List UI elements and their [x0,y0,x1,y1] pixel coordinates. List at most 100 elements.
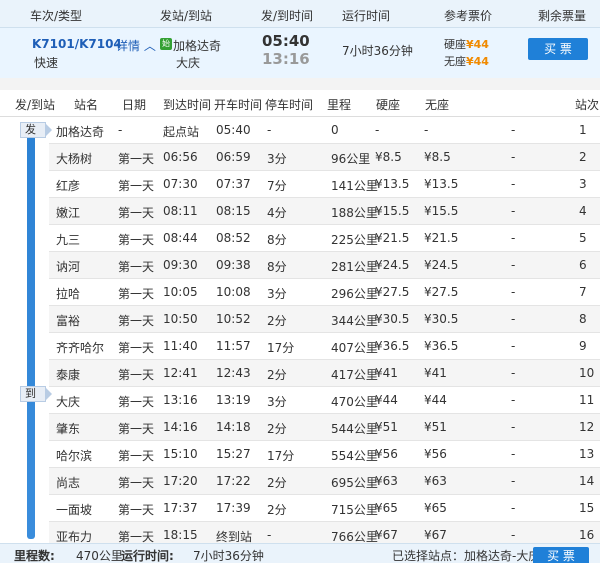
cell-arrive: 06:56 [163,150,198,164]
cell-extra: - [511,393,516,407]
col-hard-seat: 硬座 [376,98,401,112]
table-row: 一面坡 第一天 17:37 17:39 2分 715公里 ¥65 ¥65-15 [49,495,600,522]
cell-hard-seat: ¥36.5 [375,339,410,353]
cell-stop-no: 3 [579,177,587,191]
cell-distance: 0 [331,123,339,137]
cell-station: 尚志 [56,476,81,490]
cell-date: 第一天 [118,422,155,436]
cell-station: 大庆 [56,395,81,409]
cell-arrive: 10:50 [163,312,198,326]
cell-no-seat: ¥44 [424,393,447,407]
cell-arrive: 10:05 [163,285,198,299]
col-arrive-time: 到达时间 [163,98,212,112]
cell-arrive: 17:37 [163,501,198,515]
cell-hard-seat: ¥41 [375,366,398,380]
stops-table-header: 发/到站 站名 日期 到达时间 开车时间 停车时间 里程 硬座 无座 站次 [0,90,600,117]
cell-station: 哈尔滨 [56,449,93,463]
table-row: 红彦 第一天 07:30 07:37 7分 141公里 ¥13.5 ¥13.5-3 [49,171,600,198]
cell-stop-no: 7 [579,285,587,299]
cell-station: 拉哈 [56,287,81,301]
cell-no-seat: ¥15.5 [424,204,459,218]
cell-extra: - [511,258,516,272]
price-hard-seat-label: 硬座 [444,38,466,51]
to-station: 大庆 [176,56,201,70]
cell-hard-seat: ¥44 [375,393,398,407]
arrive-time: 13:16 [262,50,310,68]
cell-arrive: 09:30 [163,258,198,272]
cell-extra: - [511,123,516,137]
buy-ticket-button[interactable]: 买 票 [528,38,588,60]
price-hard-seat-value: ¥44 [466,38,489,51]
cell-stop-no: 12 [579,420,595,434]
cell-arrive: 08:44 [163,231,198,245]
cell-distance: 296公里 [331,287,378,301]
col-distance: 里程 [327,98,352,112]
train-code-link[interactable]: K7101/K7104 [32,37,122,51]
table-row: 大庆 第一天 13:16 13:19 3分 470公里 ¥44 ¥44-11 [49,387,600,414]
cell-date: 第一天 [118,179,155,193]
cell-station: 大杨树 [56,152,93,166]
mileage-value: 470公里 [76,549,123,563]
cell-depart: 11:57 [216,339,251,353]
cell-stop: 3分 [267,395,287,409]
cell-no-seat: ¥24.5 [424,258,459,272]
cell-depart: 10:52 [216,312,251,326]
cell-stop-no: 9 [579,339,587,353]
cell-extra: - [511,447,516,461]
cell-hard-seat: ¥56 [375,447,398,461]
cell-depart: 06:59 [216,150,251,164]
cell-depart: 10:08 [216,285,251,299]
cell-stop: 2分 [267,503,287,517]
cell-date: 第一天 [118,368,155,382]
buy-ticket-bottom-button[interactable]: 买 票 [533,547,589,563]
cell-stop: 2分 [267,314,287,328]
table-row: 齐齐哈尔 第一天 11:40 11:57 17分 407公里 ¥36.5 ¥36.5-9 [49,333,600,360]
depart-time: 05:40 [262,32,310,50]
cell-hard-seat: ¥65 [375,501,398,515]
cell-depart: 13:19 [216,393,251,407]
header-times: 发/到时间 [261,9,314,23]
cell-no-seat: ¥13.5 [424,177,459,191]
cell-distance: 281公里 [331,260,378,274]
cell-extra: - [511,339,516,353]
cell-stop: 17分 [267,341,295,355]
cell-no-seat: ¥56 [424,447,447,461]
col-stop-time: 停车时间 [265,98,314,112]
detail-toggle[interactable]: 详情 ︿ [116,37,156,54]
selected-stations: 已选择站点：加格达奇-大庆 [392,549,541,563]
cell-stop: 2分 [267,368,287,382]
cell-hard-seat: ¥30.5 [375,312,410,326]
cell-extra: - [511,501,516,515]
cell-depart: 05:40 [216,123,251,137]
cell-stop-no: 4 [579,204,587,218]
table-row: 富裕 第一天 10:50 10:52 2分 344公里 ¥30.5 ¥30.5-8 [49,306,600,333]
cell-date: 第一天 [118,287,155,301]
cell-stop: 17分 [267,449,295,463]
table-row: 加格达奇 - 起点站 05:40-0- - -1 [49,117,600,144]
cell-distance: 96公里 [331,152,371,166]
table-row: 九三 第一天 08:44 08:52 8分 225公里 ¥21.5 ¥21.5-5 [49,225,600,252]
price-no-seat: 无座¥44 [444,53,489,69]
mileage-label: 里程数: [14,549,55,563]
header-stations: 发站/到站 [160,9,213,23]
train-summary-row: K7101/K7104 详情 ︿ 快速 始 加格达奇 大庆 05:40 13:1… [0,28,600,78]
cell-distance: 188公里 [331,206,378,220]
table-row: 哈尔滨 第一天 15:10 15:27 17分 554公里 ¥56 ¥56-13 [49,441,600,468]
cell-hard-seat: ¥27.5 [375,285,410,299]
cell-station: 加格达奇 [56,125,105,139]
cell-stop: 3分 [267,287,287,301]
cell-hard-seat: ¥24.5 [375,258,410,272]
results-header: 车次/类型 发站/到站 发/到时间 运行时间 参考票价 剩余票量 [0,0,600,28]
header-train-type: 车次/类型 [30,9,83,23]
cell-station: 泰康 [56,368,81,382]
arrive-tag: 到 [20,386,52,402]
divider [0,78,600,90]
cell-date: 第一天 [118,449,155,463]
price-hard-seat: 硬座¥44 [444,36,489,52]
table-row: 讷河 第一天 09:30 09:38 8分 281公里 ¥24.5 ¥24.5-6 [49,252,600,279]
cell-distance: 715公里 [331,503,378,517]
cell-hard-seat: - [375,123,380,137]
runtime-label: 运行时间: [121,549,174,563]
cell-depart: 17:39 [216,501,251,515]
cell-no-seat: ¥65 [424,501,447,515]
